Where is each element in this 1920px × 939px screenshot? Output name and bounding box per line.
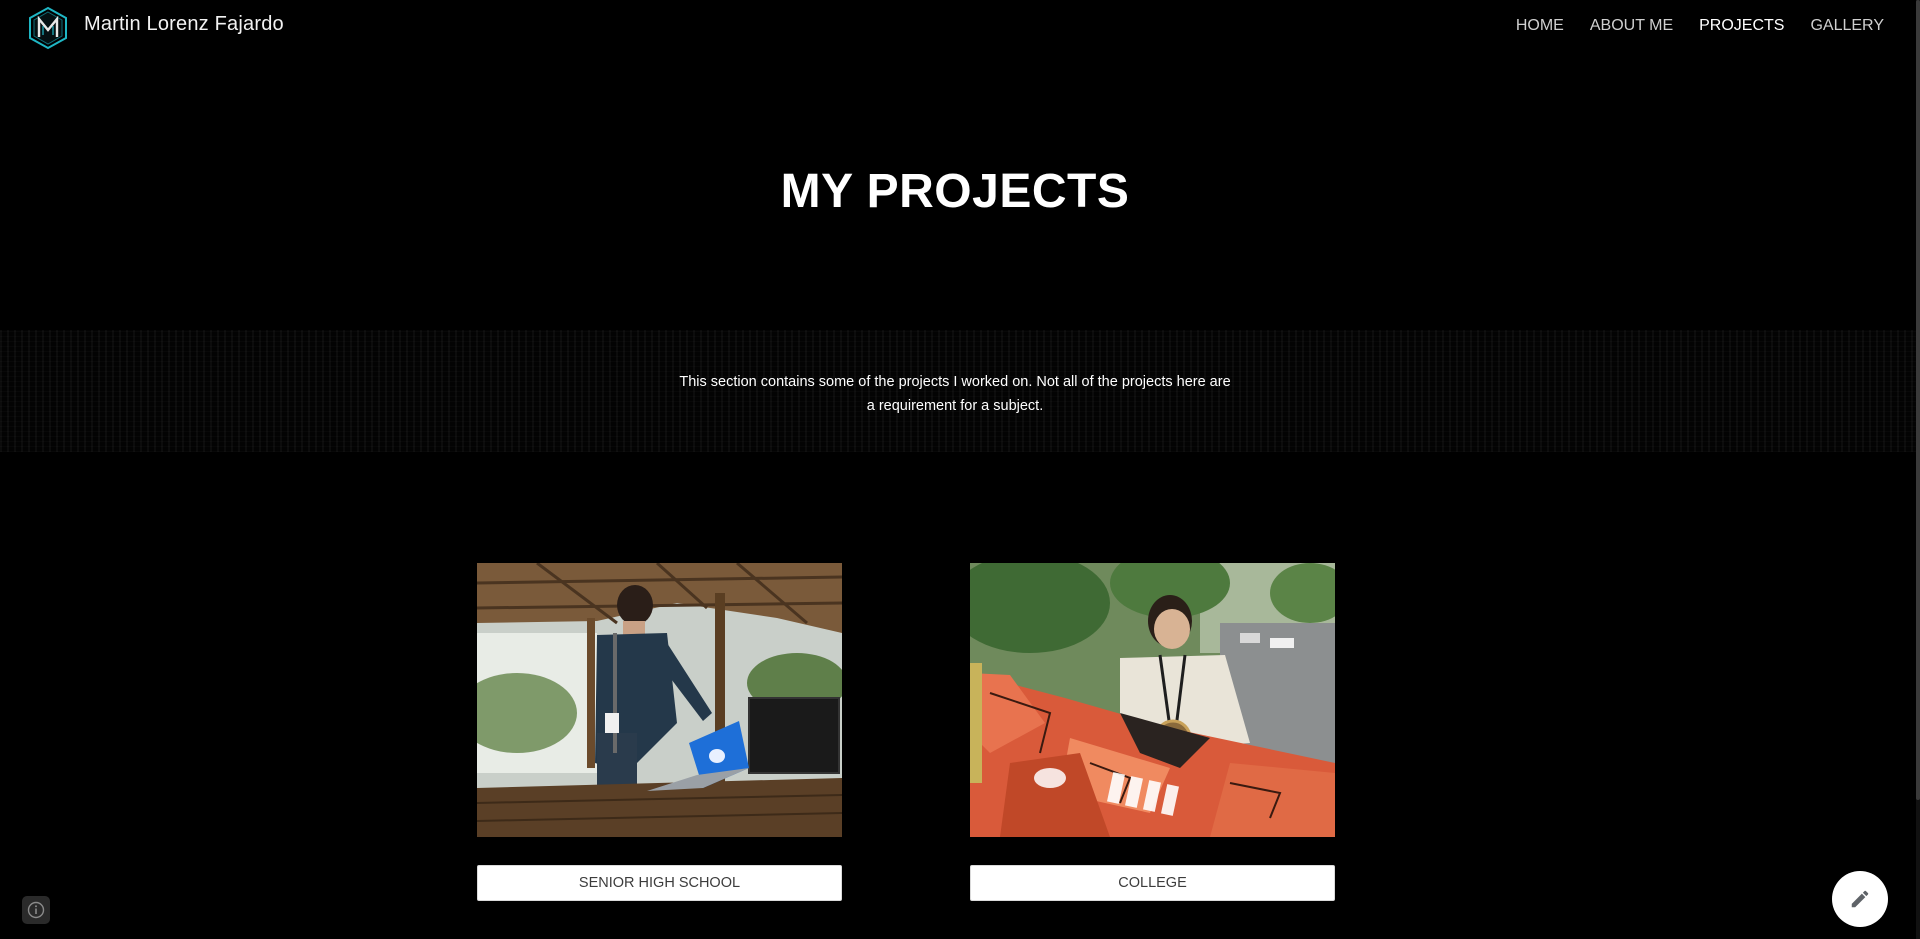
page-title: MY PROJECTS	[780, 165, 1130, 218]
page: Martin Lorenz Fajardo HOME ABOUT ME PROJ…	[0, 0, 1920, 939]
nav-projects[interactable]: PROJECTS	[1699, 17, 1784, 35]
intro-line-1: This section contains some of the projec…	[679, 374, 1231, 390]
nav-gallery[interactable]: GALLERY	[1810, 17, 1884, 35]
senior-high-school-button[interactable]: SENIOR HIGH SCHOOL	[477, 865, 842, 901]
pencil-icon	[1851, 890, 1869, 908]
info-icon[interactable]	[22, 896, 50, 924]
student-holding-cyber-team-flag-photo	[970, 563, 1335, 837]
student-with-laptop-photo	[477, 563, 842, 837]
intro-text: This section contains some of the projec…	[0, 370, 1910, 418]
nav-about-me[interactable]: ABOUT ME	[1590, 17, 1673, 35]
top-bar: Martin Lorenz Fajardo HOME ABOUT ME PROJ…	[0, 0, 1920, 56]
project-card-college: COLLEGE	[970, 563, 1335, 901]
college-button[interactable]: COLLEGE	[970, 865, 1335, 901]
edit-button[interactable]	[1832, 871, 1888, 927]
project-card-senior-high-school: SENIOR HIGH SCHOOL	[477, 563, 842, 901]
scrollbar-thumb[interactable]	[1916, 0, 1920, 800]
intro-line-2: a requirement for a subject.	[866, 398, 1044, 414]
site-logo-icon[interactable]	[26, 6, 70, 50]
main-nav: HOME ABOUT ME PROJECTS GALLERY	[1516, 17, 1884, 35]
site-title[interactable]: Martin Lorenz Fajardo	[84, 13, 284, 36]
nav-home[interactable]: HOME	[1516, 17, 1564, 35]
